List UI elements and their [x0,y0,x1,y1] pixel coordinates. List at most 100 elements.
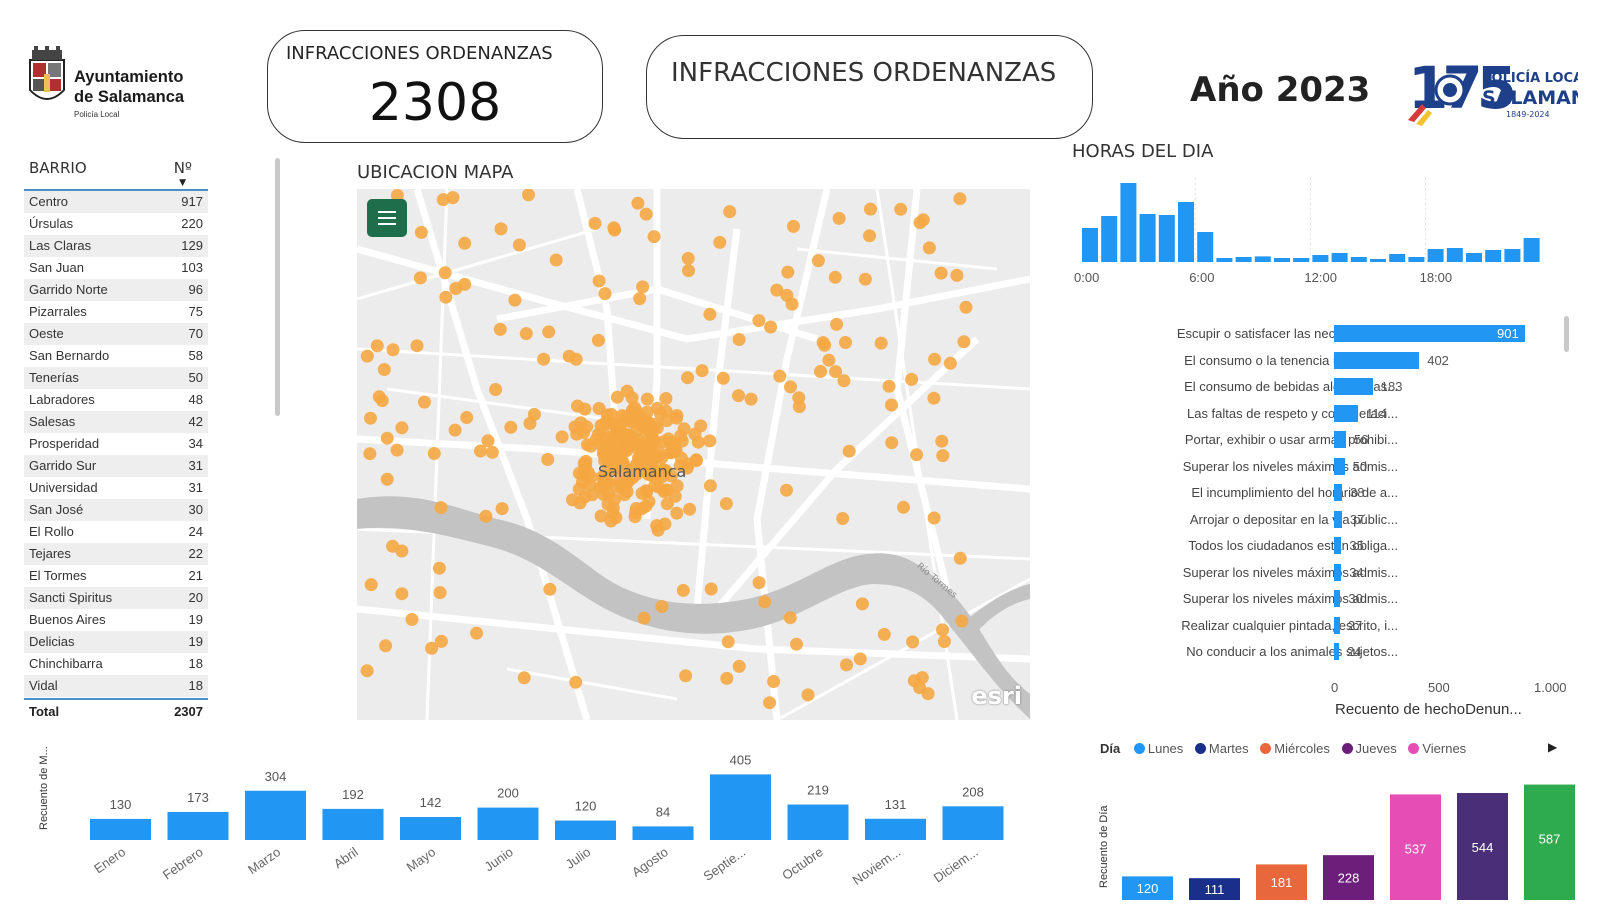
legend-item-viernes[interactable]: Viernes [1408,741,1466,756]
map-canvas[interactable] [357,189,1030,720]
infractions-scrollbar[interactable] [1564,316,1569,352]
infraction-row[interactable]: Las faltas de respeto y consideraci... 11… [1072,401,1582,427]
map-point[interactable] [660,497,674,511]
map-point[interactable] [439,290,453,304]
day-chart[interactable]: 120 111 181 228 537 544 587 [1118,775,1578,905]
map-point[interactable] [703,434,717,448]
month-chart[interactable]: 130 Enero 173 Febrero 304 Marzo 192 Abril 142 May… [60,740,1020,919]
infraction-bar[interactable] [1334,431,1346,448]
map-point[interactable] [704,582,718,596]
map-point[interactable] [380,472,394,486]
map-point[interactable] [822,353,836,367]
hour-bar[interactable] [1504,249,1521,262]
map-point[interactable] [537,352,551,366]
map-point[interactable] [853,652,867,666]
map-point[interactable] [615,445,629,459]
infraction-row[interactable]: Escupir o satisfacer las necesidades... 9… [1072,321,1582,347]
month-bar[interactable] [865,818,926,840]
map-point[interactable] [943,356,957,370]
map-point[interactable] [681,251,695,265]
map-point[interactable] [479,509,493,523]
map-point[interactable] [953,192,967,206]
map-point[interactable] [660,414,674,428]
infraction-row[interactable]: Portar, exhibir o usar armas prohibi... 5… [1072,427,1582,453]
map-point[interactable] [360,349,374,363]
infraction-bar[interactable] [1334,616,1340,634]
map-point[interactable] [427,447,441,460]
month-bar[interactable] [787,804,849,840]
map-point[interactable] [906,635,920,649]
infraction-row[interactable]: Superar los niveles máximos admis... 30 [1072,586,1582,612]
infraction-row[interactable]: El consumo de bebidas alcohólicas... 183 [1072,374,1582,400]
map-point[interactable] [395,587,409,601]
table-row[interactable]: Pizarrales 75 [24,301,208,323]
map-point[interactable] [635,486,649,500]
table-row[interactable]: Centro 917 [24,191,208,213]
map-point[interactable] [570,427,584,441]
table-row[interactable]: Buenos Aires 19 [24,609,208,631]
table-row[interactable]: San Bernardo 58 [24,345,208,367]
hour-bar[interactable] [1408,257,1425,262]
map-point[interactable] [377,363,391,376]
map-point[interactable] [781,265,795,279]
map-point[interactable] [792,391,806,405]
map-point[interactable] [744,392,758,406]
map-point[interactable] [601,497,615,511]
map-point[interactable] [628,510,642,524]
map-point[interactable] [474,444,487,458]
map-point[interactable] [675,434,689,448]
map-point[interactable] [897,500,910,514]
map-point[interactable] [405,613,419,626]
infraction-bar[interactable] [1334,457,1345,475]
map-point[interactable] [874,336,888,350]
map-point[interactable] [721,635,735,649]
table-row[interactable]: Prosperidad 34 [24,433,208,455]
map-point[interactable] [752,576,766,590]
map-point[interactable] [953,551,967,565]
map-point[interactable] [584,439,598,453]
infraction-bar[interactable] [1334,404,1359,422]
map-point[interactable] [682,264,695,278]
map-point[interactable] [375,394,389,408]
map-point[interactable] [512,238,526,252]
map-point[interactable] [657,485,671,499]
map-point[interactable] [670,506,684,520]
infraction-row[interactable]: El incumplimiento del horario de a... 38 [1072,480,1582,506]
map-point[interactable] [386,343,400,357]
hour-bar[interactable] [1178,202,1194,262]
map-point[interactable] [676,583,690,597]
map-point[interactable] [569,352,583,366]
map-point[interactable] [787,219,800,233]
map-point[interactable] [720,671,734,685]
hour-bar[interactable] [1235,257,1252,262]
map-point[interactable] [801,688,815,702]
map-point[interactable] [864,202,877,216]
infraction-bar[interactable] [1334,378,1373,395]
column-header-count[interactable]: Nº [174,159,192,177]
infraction-bar[interactable] [1334,563,1342,581]
legend-next-arrow-icon[interactable]: ▶ [1548,740,1557,754]
table-row[interactable]: Salesas 42 [24,411,208,433]
hour-bar[interactable] [1197,232,1214,262]
map-point[interactable] [836,512,850,525]
map-point[interactable] [425,641,439,655]
map-point[interactable] [863,229,876,243]
map-point[interactable] [360,664,374,678]
table-row[interactable]: Tenerías 50 [24,367,208,389]
map-point[interactable] [773,369,787,383]
month-bar[interactable] [555,820,616,840]
map-point[interactable] [713,235,727,249]
map-point[interactable] [485,445,499,459]
map-point[interactable] [571,399,584,413]
table-row[interactable]: Sancti Spiritus 20 [24,587,208,609]
map-point[interactable] [639,207,653,221]
map-point[interactable] [610,390,624,404]
map-point[interactable] [842,444,856,458]
infraction-row[interactable]: Arrojar o depositar en la vía públic... 3… [1072,507,1582,533]
infraction-bar[interactable] [1334,643,1340,660]
map-point[interactable] [631,196,645,210]
hour-bar[interactable] [1370,259,1386,262]
map-point[interactable] [470,626,484,640]
infraction-row[interactable]: Realizar cualquier pintada, escrito, i..… [1072,613,1582,639]
map-point[interactable] [438,266,452,280]
